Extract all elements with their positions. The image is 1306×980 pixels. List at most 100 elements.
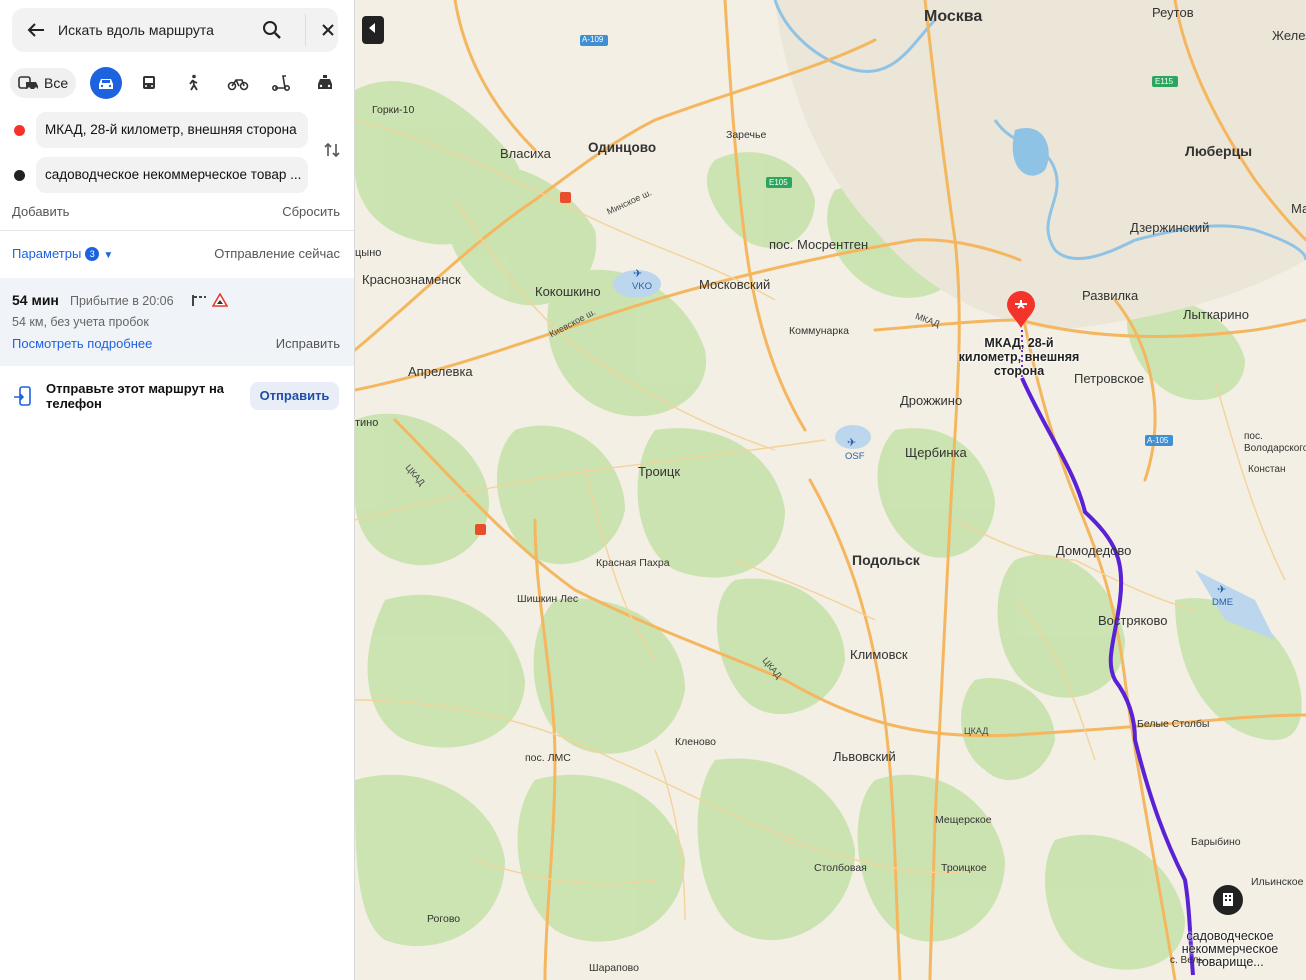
mode-taxi-button[interactable]	[309, 67, 341, 99]
road-name-label: ЦКАД	[403, 462, 427, 488]
city-label: Московский	[699, 277, 771, 292]
mode-all-label: Все	[44, 75, 69, 91]
airport-icon: ✈	[633, 268, 643, 280]
road-works-icon	[212, 293, 228, 307]
map-canvas[interactable]: Москва Реутов Желез Люберцы Ма Одинцово …	[355, 0, 1306, 980]
multimodal-icon	[18, 76, 38, 91]
mode-car-button[interactable]	[90, 67, 122, 99]
road-name-label: Киевское ш.	[547, 306, 598, 340]
road-name-label: МКАД	[914, 311, 942, 329]
town-label: пос. ЛМС	[525, 752, 571, 764]
town-label: Ильинское	[1251, 876, 1304, 888]
caret-down-icon: ▼	[103, 250, 114, 261]
route-option-card[interactable]: 54 мин Прибытие в 20:06 54 км, без учета…	[0, 278, 354, 366]
search-input[interactable]: Искать вдоль маршрута	[58, 22, 214, 38]
city-label: Кокошкино	[535, 284, 601, 299]
barrier-icon	[192, 295, 206, 306]
reset-route-link[interactable]: Сбросить	[282, 204, 340, 219]
start-point-pin[interactable]	[1005, 290, 1037, 335]
divider	[0, 230, 354, 231]
road-name-label: Минское ш.	[605, 187, 654, 217]
mode-walk-button[interactable]	[177, 67, 209, 99]
start-point-value: МКАД, 28-й километр, внешняя сторона	[45, 122, 297, 137]
scooter-icon	[271, 75, 291, 92]
back-arrow-icon[interactable]	[24, 18, 48, 42]
start-point-marker	[14, 125, 25, 136]
town-label: Рогово	[427, 913, 461, 925]
map-labels: Москва Реутов Желез Люберцы Ма Одинцово …	[355, 0, 1306, 980]
route-duration: 54 мин	[12, 292, 59, 308]
city-label: Желез	[1272, 28, 1306, 43]
road-shield-label: A-109	[582, 35, 604, 44]
walk-icon	[189, 74, 198, 91]
city-label: Львовский	[833, 749, 896, 764]
city-label: Реутов	[1152, 5, 1194, 20]
add-waypoint-link[interactable]: Добавить	[12, 204, 69, 219]
airport-code-label: VKO	[632, 281, 653, 292]
start-point-field[interactable]: МКАД, 28-й километр, внешняя сторона	[36, 112, 308, 148]
collapse-panel-button[interactable]	[362, 16, 384, 44]
search-separator	[305, 14, 306, 46]
town-label: Заречье	[726, 129, 767, 141]
town-label: Троицкое	[941, 862, 987, 874]
mode-scooter-button[interactable]	[265, 67, 297, 99]
airport-icon: ✈	[1217, 584, 1227, 596]
end-point-marker	[14, 170, 25, 181]
town-label: Мещерское	[935, 814, 992, 826]
road-name-label: ЦКАД	[760, 655, 784, 681]
airport-icon: ✈	[847, 437, 857, 449]
road-shield-label: A-105	[1147, 436, 1169, 445]
end-point-pin[interactable]	[1212, 884, 1244, 921]
town-label: Кленово	[675, 736, 717, 748]
parameters-count-badge: 3	[85, 247, 100, 261]
search-icon[interactable]	[260, 18, 284, 42]
town-label: Коммунарка	[789, 325, 849, 337]
city-label: пос. Мосрентген	[769, 237, 869, 252]
city-label: Климовск	[850, 647, 908, 662]
city-label: Власиха	[500, 146, 551, 161]
destination-building-icon	[1213, 885, 1243, 915]
town-label: пос. Володарского	[1244, 431, 1306, 454]
bus-icon	[143, 76, 155, 89]
city-label: Люберцы	[1185, 143, 1253, 159]
phone-send-icon	[14, 386, 31, 406]
airport-code-label: DME	[1212, 597, 1234, 608]
route-details-link[interactable]: Посмотреть подробнее	[12, 336, 152, 351]
city-label: Апрелевка	[408, 364, 473, 379]
city-label: Подольск	[852, 552, 920, 568]
town-label: цыно	[355, 247, 382, 259]
road-name-label: ЦКАД	[964, 726, 989, 736]
departure-time-button[interactable]: Отправление сейчас	[214, 246, 340, 261]
close-icon[interactable]	[316, 18, 340, 42]
route-fix-link[interactable]: Исправить	[276, 336, 340, 351]
end-point-value: садоводческое некоммерческое товар ...	[45, 167, 302, 182]
end-point-field[interactable]: садоводческое некоммерческое товар ...	[36, 157, 308, 193]
town-label: Шарапово	[589, 962, 639, 974]
send-button[interactable]: Отправить	[250, 382, 339, 410]
parameters-button[interactable]: Параметры 3 ▼	[12, 246, 113, 261]
route-panel: Искать вдоль маршрута Все МКАД, 28-й кил…	[0, 0, 355, 980]
road-shield-label: E105	[769, 178, 788, 187]
city-label: Дзержинский	[1130, 220, 1210, 235]
town-label: тино	[355, 417, 379, 429]
chevron-left-icon	[369, 23, 375, 33]
city-label: Дрожжино	[900, 393, 963, 408]
town-label: Шишкин Лес	[517, 593, 579, 605]
airport-code-label: OSF	[845, 451, 865, 462]
town-label: Констан	[1248, 464, 1286, 475]
send-to-phone-text: Отправьте этот маршрут на телефон	[46, 381, 225, 411]
city-label: Развилка	[1082, 288, 1139, 303]
taxi-icon	[318, 75, 332, 89]
town-label: Барыбино	[1191, 836, 1241, 848]
town-label: Белые Столбы	[1137, 718, 1210, 730]
city-label: Домодедово	[1056, 543, 1132, 558]
route-search-bar[interactable]: Искать вдоль маршрута	[12, 8, 338, 52]
city-label: Лыткарино	[1183, 307, 1249, 322]
town-label: Столбовая	[814, 862, 867, 874]
swap-icon[interactable]	[322, 140, 342, 160]
mode-bicycle-button[interactable]	[221, 67, 253, 99]
car-icon	[99, 79, 113, 89]
route-distance: 54 км, без учета пробок	[12, 315, 149, 329]
mode-all-button[interactable]: Все	[10, 68, 76, 98]
mode-bus-button[interactable]	[133, 67, 165, 99]
